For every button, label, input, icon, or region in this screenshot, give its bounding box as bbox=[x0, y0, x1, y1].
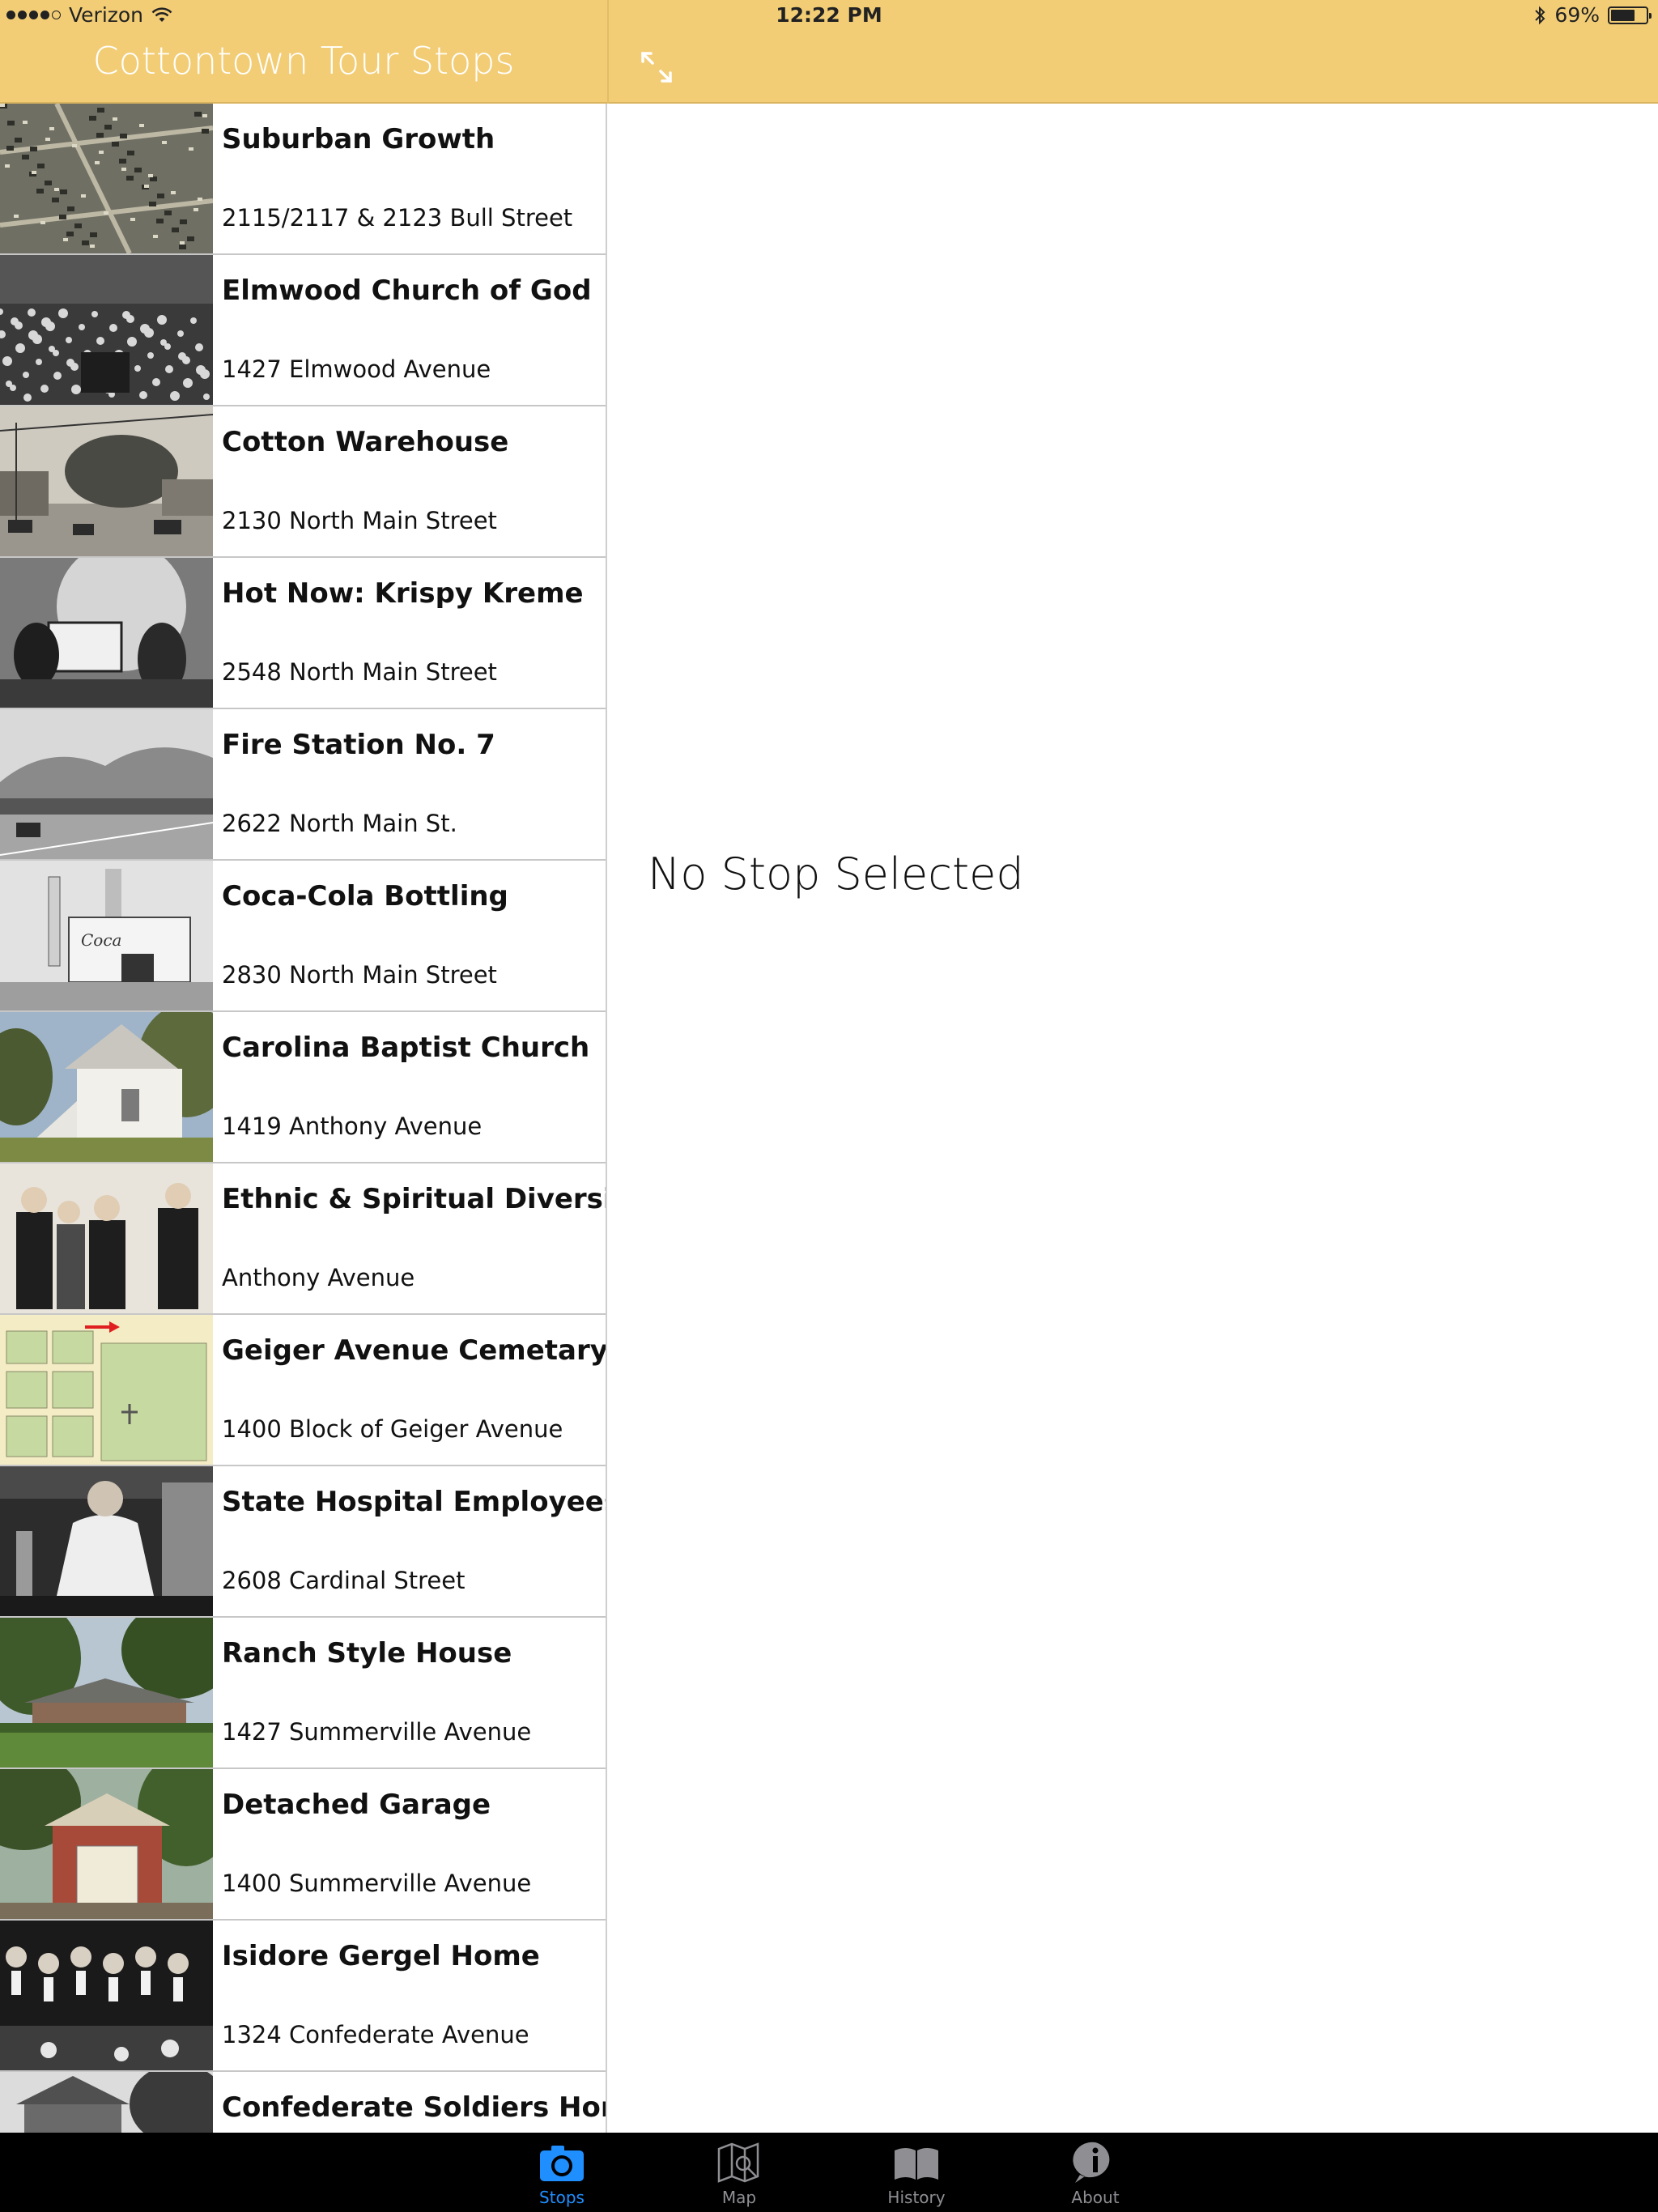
stop-address: 2622 North Main St. bbox=[222, 810, 457, 837]
detail-pane: No Stop Selected bbox=[609, 104, 1658, 2133]
stop-address: 1400 Summerville Avenue bbox=[222, 1870, 532, 1897]
stop-row[interactable]: Ranch Style House 1427 Summerville Avenu… bbox=[0, 1618, 606, 1769]
stop-row[interactable]: Cotton Warehouse 2130 North Main Street bbox=[0, 406, 606, 558]
camera-icon bbox=[540, 2146, 584, 2181]
stop-title: Detached Garage bbox=[222, 1789, 491, 1821]
stop-row[interactable]: Suburban Growth 2115/2117 & 2123 Bull St… bbox=[0, 104, 606, 255]
tab-label: Map bbox=[721, 2188, 757, 2207]
stop-address: 1324 Confederate Avenue bbox=[222, 2021, 529, 2048]
stop-thumbnail bbox=[0, 1466, 213, 1616]
stop-thumbnail bbox=[0, 709, 213, 859]
stop-thumbnail bbox=[0, 255, 213, 405]
stop-title: Carolina Baptist Church bbox=[222, 1032, 590, 1064]
stop-thumbnail bbox=[0, 2072, 213, 2133]
stop-row[interactable]: Elmwood Church of God 1427 Elmwood Avenu… bbox=[0, 255, 606, 406]
stop-address: 1427 Summerville Avenue bbox=[222, 1718, 532, 1746]
tab-history[interactable]: History bbox=[844, 2133, 989, 2212]
stop-title: Ethnic & Spiritual Diversity bbox=[222, 1183, 607, 1215]
status-time: 12:22 PM bbox=[776, 3, 882, 27]
stop-thumbnail: Coca bbox=[0, 861, 213, 1010]
stop-row[interactable]: Carolina Baptist Church 1419 Anthony Ave… bbox=[0, 1012, 606, 1163]
stop-address: 1400 Block of Geiger Avenue bbox=[222, 1415, 563, 1443]
tab-label: History bbox=[887, 2188, 946, 2207]
tab-bar: Stops Map History About bbox=[0, 2133, 1658, 2212]
stop-thumbnail bbox=[0, 558, 213, 708]
tab-label: Stops bbox=[539, 2188, 585, 2207]
tab-label: About bbox=[1071, 2188, 1120, 2207]
stop-title: Geiger Avenue Cemetary bbox=[222, 1334, 607, 1367]
stop-title: Hot Now: Krispy Kreme bbox=[222, 577, 584, 610]
stop-row[interactable]: Coca Coca-Cola Bottling 2830 North Main … bbox=[0, 861, 606, 1012]
tab-map[interactable]: Map bbox=[666, 2133, 812, 2212]
stop-address: Anthony Avenue bbox=[222, 1264, 415, 1291]
stop-title: Confederate Soldiers Home bbox=[222, 2091, 607, 2124]
stop-thumbnail bbox=[0, 104, 213, 253]
svg-text:Coca: Coca bbox=[81, 930, 121, 950]
stop-address: 1427 Elmwood Avenue bbox=[222, 355, 491, 383]
status-right: 69% bbox=[1533, 3, 1652, 27]
stop-row[interactable]: Ethnic & Spiritual Diversity Anthony Ave… bbox=[0, 1163, 607, 1315]
header: Verizon 12:22 PM 69% Cottontown Tour Sto… bbox=[0, 0, 1658, 104]
header-divider bbox=[607, 0, 609, 104]
stop-title: Isidore Gergel Home bbox=[222, 1940, 540, 1972]
stop-address: 2115/2117 & 2123 Bull Street bbox=[222, 204, 573, 232]
stop-thumbnail bbox=[0, 1618, 213, 1767]
stop-address: 2130 North Main Street bbox=[222, 507, 497, 534]
status-bar: Verizon 12:22 PM 69% bbox=[0, 0, 1658, 32]
nav-title: Cottontown Tour Stops bbox=[92, 39, 515, 83]
stop-row[interactable]: Confederate Soldiers Home bbox=[0, 2072, 607, 2133]
stop-thumbnail bbox=[0, 1921, 213, 2070]
empty-state-message: No Stop Selected bbox=[648, 849, 1024, 900]
stop-address: 2548 North Main Street bbox=[222, 658, 497, 686]
stop-thumbnail bbox=[0, 1769, 213, 1919]
stop-thumbnail bbox=[0, 1012, 213, 1162]
stop-row[interactable]: Isidore Gergel Home 1324 Confederate Ave… bbox=[0, 1921, 606, 2072]
tab-stops[interactable]: Stops bbox=[489, 2133, 635, 2212]
stop-row[interactable]: Geiger Avenue Cemetary 1400 Block of Gei… bbox=[0, 1315, 607, 1466]
battery-percent: 69% bbox=[1554, 3, 1600, 27]
stop-title: State Hospital Employees bbox=[222, 1486, 607, 1518]
stop-thumbnail bbox=[0, 406, 213, 556]
stop-row[interactable]: Fire Station No. 7 2622 North Main St. bbox=[0, 709, 606, 861]
battery-icon bbox=[1608, 6, 1652, 24]
stop-title: Suburban Growth bbox=[222, 123, 495, 155]
stop-title: Cotton Warehouse bbox=[222, 426, 509, 458]
stop-row[interactable]: State Hospital Employees 2608 Cardinal S… bbox=[0, 1466, 607, 1618]
tab-about[interactable]: About bbox=[1022, 2133, 1168, 2212]
expand-icon[interactable] bbox=[638, 49, 675, 86]
info-icon bbox=[1073, 2142, 1110, 2183]
stop-title: Coca-Cola Bottling bbox=[222, 880, 508, 912]
stop-address: 2830 North Main Street bbox=[222, 961, 497, 989]
map-icon bbox=[717, 2142, 759, 2183]
stop-title: Fire Station No. 7 bbox=[222, 729, 495, 761]
stop-row[interactable]: Detached Garage 1400 Summerville Avenue bbox=[0, 1769, 606, 1921]
stop-thumbnail bbox=[0, 1315, 213, 1465]
bluetooth-icon bbox=[1535, 6, 1545, 24]
stop-address: 2608 Cardinal Street bbox=[222, 1567, 466, 1594]
stop-row[interactable]: Hot Now: Krispy Kreme 2548 North Main St… bbox=[0, 558, 606, 709]
stop-address: 1419 Anthony Avenue bbox=[222, 1112, 483, 1140]
stops-list[interactable]: Suburban Growth 2115/2117 & 2123 Bull St… bbox=[0, 104, 607, 2133]
stop-title: Elmwood Church of God bbox=[222, 274, 592, 307]
stop-title: Ranch Style House bbox=[222, 1637, 512, 1670]
book-icon bbox=[895, 2148, 938, 2180]
stop-thumbnail bbox=[0, 1163, 213, 1313]
